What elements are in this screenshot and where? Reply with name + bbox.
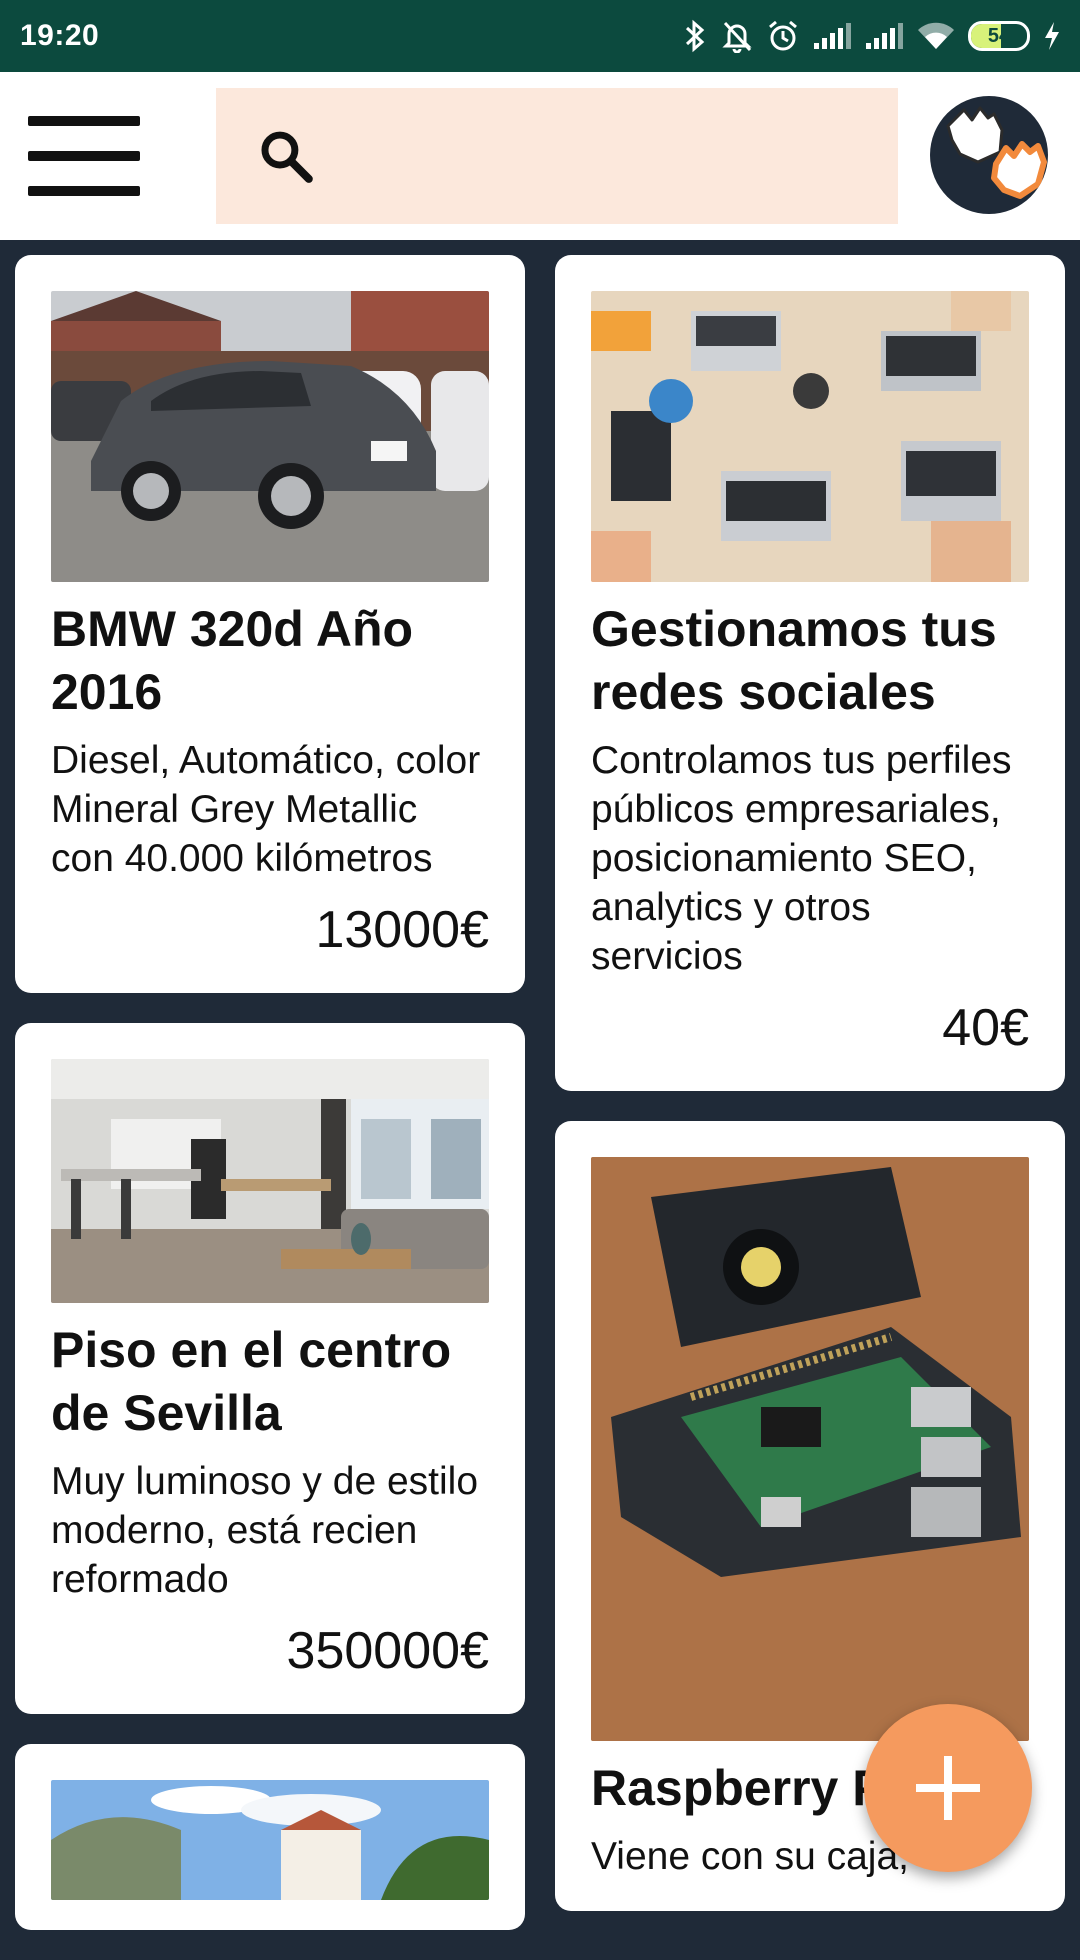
wifi-icon	[918, 22, 954, 49]
listing-description: Controlamos tus perfiles públicos empres…	[591, 739, 1012, 978]
listing-description: Diesel, Automático, color Mineral Grey M…	[51, 739, 481, 880]
app-bar	[0, 72, 1080, 240]
listing-price: 40€	[942, 999, 1029, 1057]
add-listing-button[interactable]	[864, 1704, 1032, 1872]
clock: 19:20	[20, 19, 100, 52]
search-input[interactable]	[339, 136, 898, 176]
listing-image[interactable]	[591, 1157, 1029, 1741]
listing-price: 350000€	[286, 1622, 489, 1680]
signal-icon-2	[866, 23, 903, 49]
listing-price: 13000€	[315, 901, 489, 959]
listing-image[interactable]	[51, 291, 489, 582]
search-icon[interactable]	[256, 126, 316, 186]
signal-icon	[814, 23, 851, 49]
hamburger-menu-icon[interactable]	[28, 116, 140, 196]
listing-image[interactable]	[51, 1059, 489, 1303]
notifications-off-icon	[722, 21, 752, 53]
menu-line	[28, 151, 140, 161]
listing-title: Gestionamos tus redes sociales	[591, 601, 997, 720]
listing-title: BMW 320d Año 2016	[51, 601, 414, 720]
menu-line	[28, 186, 140, 196]
battery-indicator: 54	[968, 21, 1030, 51]
listing-card[interactable]: Piso en el centro de Sevilla Muy luminos…	[15, 1023, 525, 1714]
battery-level: 54	[987, 24, 1011, 47]
menu-line	[28, 116, 140, 126]
listing-image[interactable]	[591, 291, 1029, 582]
listing-description: Muy luminoso y de estilo moderno, está r…	[51, 1460, 479, 1601]
alarm-icon	[769, 20, 797, 51]
listing-card[interactable]: Gestionamos tus redes sociales Controlam…	[555, 255, 1065, 1091]
hands-logo-icon[interactable]	[930, 96, 1048, 214]
listing-image[interactable]	[51, 1780, 489, 1900]
plus-icon	[916, 1756, 980, 1820]
search-bar[interactable]	[216, 88, 898, 224]
charging-icon	[1045, 22, 1059, 50]
listing-title: Piso en el centro de Sevilla	[51, 1322, 452, 1441]
listing-card[interactable]	[15, 1744, 525, 1930]
listings-column-right: Gestionamos tus redes sociales Controlam…	[555, 255, 1065, 1941]
status-bar: 19:20 54	[0, 0, 1080, 72]
listing-card[interactable]: BMW 320d Año 2016 Diesel, Automático, co…	[15, 255, 525, 993]
listings-column-left: BMW 320d Año 2016 Diesel, Automático, co…	[15, 255, 525, 1960]
status-icons: 54	[682, 19, 1062, 53]
bluetooth-icon	[685, 19, 705, 53]
